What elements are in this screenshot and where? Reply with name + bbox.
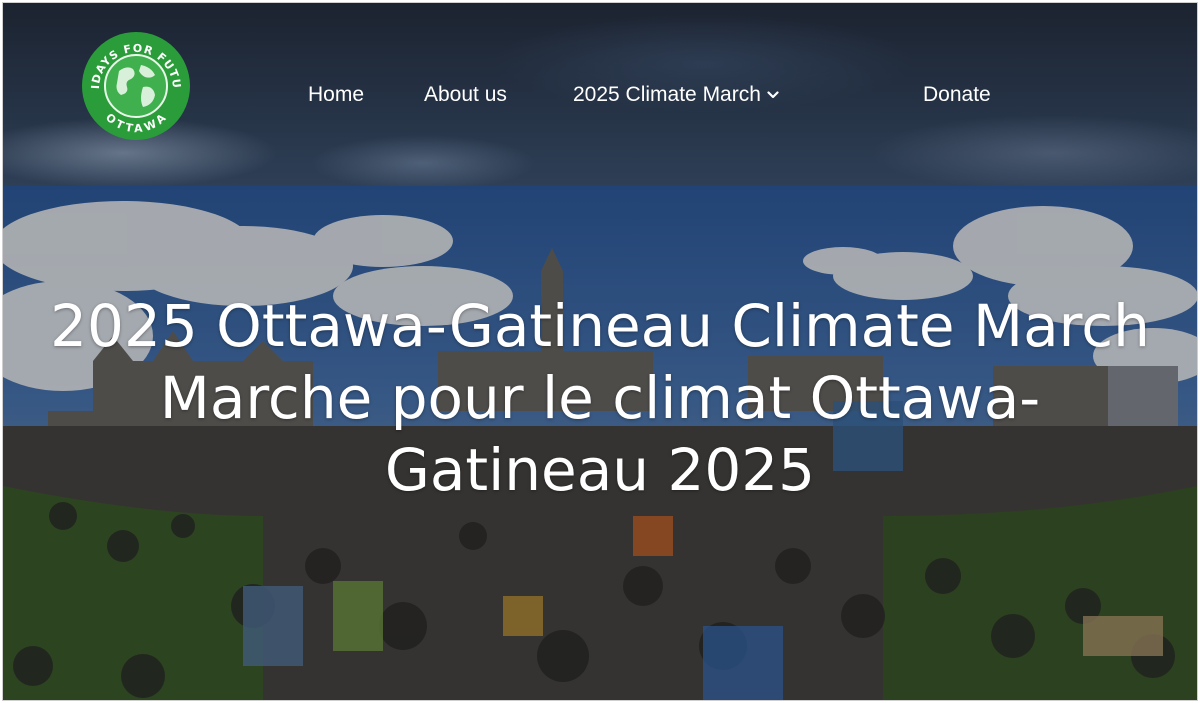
main-nav: Home About us 2025 Climate March Donate <box>3 3 1197 186</box>
nav-about-us[interactable]: About us <box>424 82 507 108</box>
page-frame: FRIDAYS FOR FUTURE OTTAWA Home About us … <box>2 2 1198 701</box>
hero-banner: 2025 Ottawa-Gatineau Climate March March… <box>3 186 1197 700</box>
nav-2025-climate-march-label: 2025 Climate March <box>573 83 761 106</box>
hero-title-french: Marche pour le climat Ottawa-Gatineau 20… <box>159 364 1041 504</box>
site-header: FRIDAYS FOR FUTURE OTTAWA Home About us … <box>3 3 1197 186</box>
nav-home[interactable]: Home <box>308 82 364 108</box>
nav-2025-climate-march[interactable]: 2025 Climate March <box>573 82 779 108</box>
hero-title: 2025 Ottawa-Gatineau Climate March March… <box>43 290 1157 506</box>
nav-donate[interactable]: Donate <box>923 82 991 108</box>
hero-title-english: 2025 Ottawa-Gatineau Climate March <box>50 292 1150 360</box>
chevron-down-icon[interactable] <box>767 80 779 106</box>
